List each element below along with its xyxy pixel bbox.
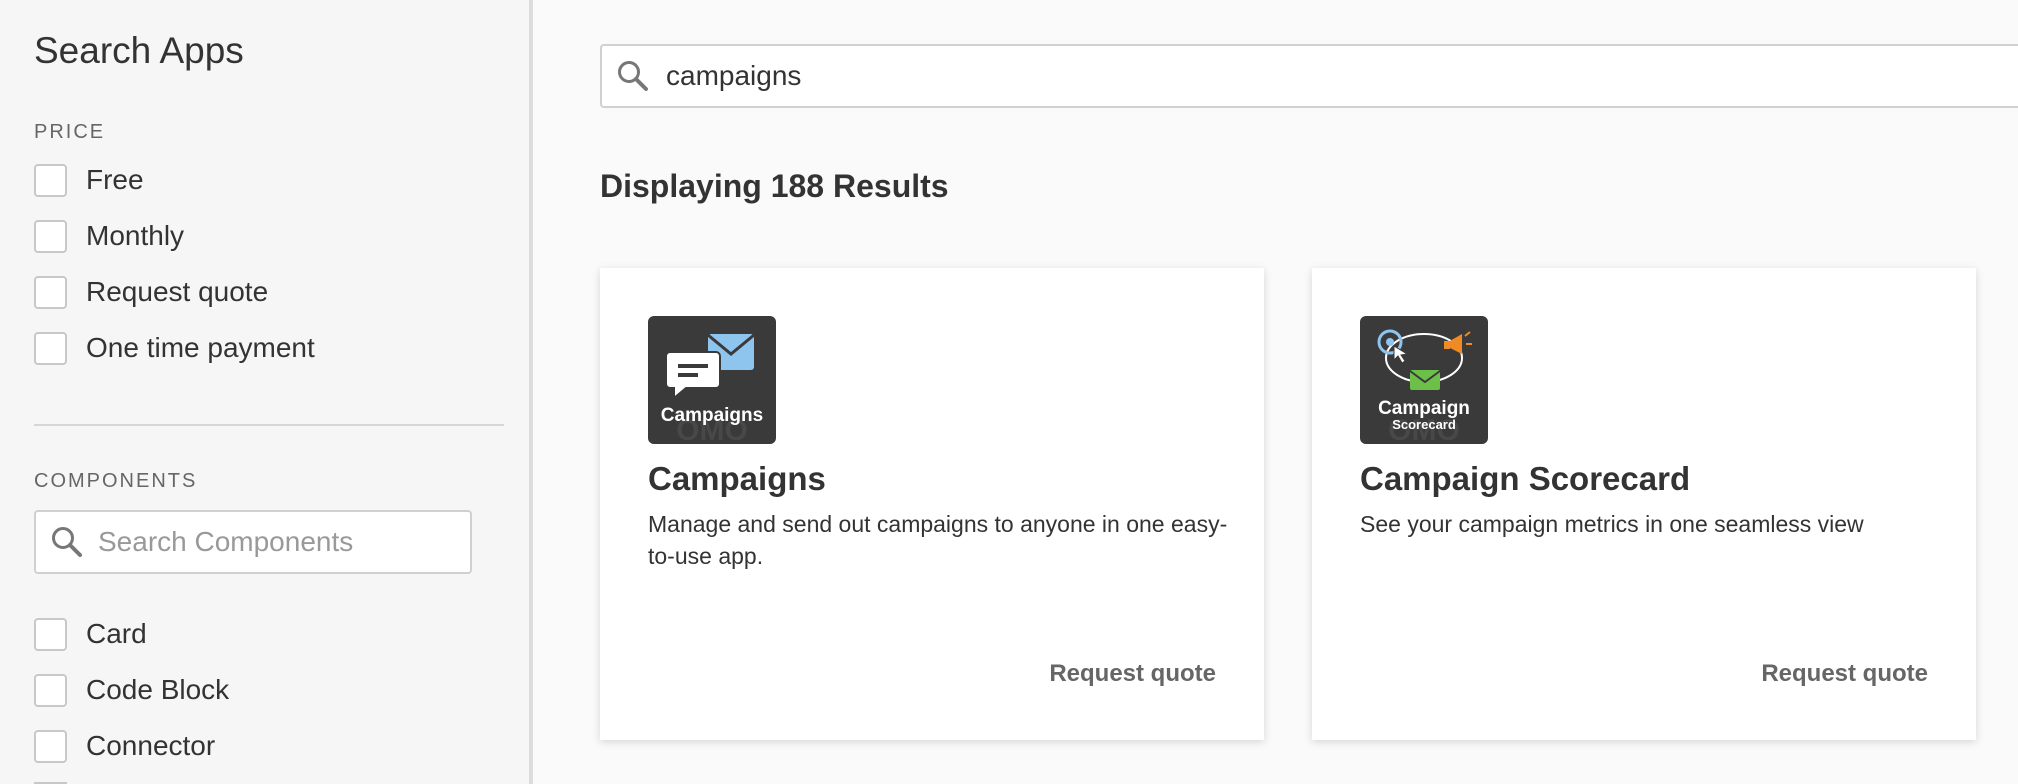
search-icon bbox=[618, 61, 648, 91]
icon-label: Campaigns bbox=[661, 405, 763, 426]
checkbox-label: Monthly bbox=[86, 220, 185, 251]
checkbox-label: Connector bbox=[86, 730, 216, 761]
checkbox[interactable] bbox=[34, 163, 67, 197]
campaign-scorecard-app-icon: OMO Campaign Scorecard bbox=[1360, 316, 1488, 444]
chat-envelope-icon: OMO Campaigns bbox=[661, 333, 763, 444]
results-heading: Displaying 188 Results bbox=[600, 168, 949, 204]
app-search-input[interactable] bbox=[664, 59, 1868, 93]
checkbox-label: Card bbox=[86, 618, 147, 649]
sidebar-divider bbox=[34, 424, 504, 426]
checkbox-label: One time payment bbox=[86, 332, 315, 363]
checkbox[interactable] bbox=[34, 275, 67, 309]
card-price-link[interactable]: Request quote bbox=[1049, 660, 1216, 688]
checkbox-label: Free bbox=[86, 164, 144, 195]
checkbox[interactable] bbox=[34, 729, 67, 763]
price-option-monthly[interactable]: Monthly bbox=[34, 218, 184, 254]
checkbox[interactable] bbox=[34, 673, 67, 707]
icon-sublabel: Scorecard bbox=[1392, 417, 1456, 432]
app-card-campaign-scorecard[interactable]: OMO Campaign Scorecard Campaign Scorecar… bbox=[1312, 268, 1976, 740]
checkbox[interactable] bbox=[34, 617, 67, 651]
icon-label: Campaign bbox=[1378, 398, 1470, 419]
components-section-label: COMPONENTS bbox=[34, 470, 198, 492]
card-description: See your campaign metrics in one seamles… bbox=[1360, 511, 1864, 537]
campaigns-app-icon: OMO Campaigns bbox=[648, 316, 776, 444]
components-search-input[interactable] bbox=[96, 525, 450, 559]
components-search-box[interactable] bbox=[34, 510, 472, 574]
price-section-label: PRICE bbox=[34, 121, 106, 143]
card-title[interactable]: Campaign Scorecard bbox=[1360, 460, 1690, 498]
search-icon bbox=[52, 527, 82, 557]
price-option-one-time-payment[interactable]: One time payment bbox=[34, 330, 315, 366]
price-option-free[interactable]: Free bbox=[34, 162, 144, 198]
component-option-card[interactable]: Card bbox=[34, 616, 147, 652]
checkbox[interactable] bbox=[34, 331, 67, 365]
checkbox-label: Code Block bbox=[86, 674, 230, 705]
card-description: Manage and send out campaigns to anyone … bbox=[648, 511, 1228, 569]
sidebar-title: Search Apps bbox=[34, 30, 244, 71]
checkbox-label: Request quote bbox=[86, 276, 269, 307]
card-price-link[interactable]: Request quote bbox=[1761, 660, 1928, 688]
checkbox[interactable] bbox=[34, 219, 67, 253]
sidebar: Search Apps PRICE Free Monthly Request q… bbox=[0, 0, 533, 784]
app-card-campaigns[interactable]: OMO Campaigns Campaigns Manage and send … bbox=[600, 268, 1264, 740]
component-option-connector[interactable]: Connector bbox=[34, 728, 215, 764]
price-option-request-quote[interactable]: Request quote bbox=[34, 274, 268, 310]
target-megaphone-envelope-icon: OMO Campaign Scorecard bbox=[1377, 329, 1472, 444]
app-search-box[interactable] bbox=[600, 44, 2018, 108]
component-option-code-block[interactable]: Code Block bbox=[34, 672, 229, 708]
card-title[interactable]: Campaigns bbox=[648, 460, 826, 498]
